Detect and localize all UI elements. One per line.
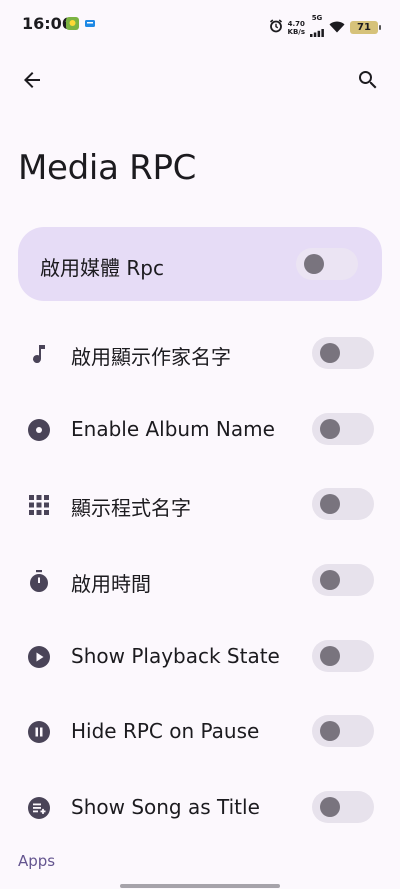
- setting-label: Show Playback State: [71, 644, 280, 668]
- artist-name-switch[interactable]: [312, 337, 374, 369]
- setting-label: 啟用顯示作家名字: [71, 345, 231, 369]
- section-header-apps: Apps: [18, 852, 56, 870]
- switch-thumb: [320, 419, 340, 439]
- arrow-back-icon: [24, 72, 40, 88]
- switch-thumb: [320, 570, 340, 590]
- gesture-nav-handle[interactable]: [120, 884, 280, 888]
- pause-circle-icon: [26, 719, 52, 745]
- wifi-icon: [329, 18, 345, 37]
- music-note-icon: [26, 341, 52, 367]
- master-toggle-card[interactable]: 啟用媒體 Rpc: [18, 227, 382, 301]
- battery-indicator: 71: [350, 21, 381, 34]
- hide-on-pause-switch[interactable]: [312, 715, 374, 747]
- top-app-bar: [0, 56, 400, 104]
- alarm-icon: [269, 18, 283, 37]
- setting-label: 啟用時間: [71, 572, 151, 596]
- switch-thumb: [320, 646, 340, 666]
- switch-thumb: [320, 797, 340, 817]
- setting-row-app-name[interactable]: 顯示程式名字: [0, 474, 400, 534]
- setting-row-playback-state[interactable]: Show Playback State: [0, 626, 400, 686]
- network-speed: 4.70 KB/s: [288, 20, 305, 36]
- setting-row-time[interactable]: 啟用時間: [0, 550, 400, 610]
- playback-state-switch[interactable]: [312, 640, 374, 672]
- network-type: 5G: [311, 14, 323, 22]
- status-bar: 16:06 4.70 KB/s 5G 71: [0, 0, 400, 48]
- setting-row-artist-name[interactable]: 啟用顯示作家名字: [0, 323, 400, 383]
- message-notification-icon: [84, 15, 96, 34]
- app-name-switch[interactable]: [312, 488, 374, 520]
- back-button[interactable]: [12, 60, 52, 100]
- setting-row-hide-on-pause[interactable]: Hide RPC on Pause: [0, 701, 400, 761]
- setting-row-album-name[interactable]: Enable Album Name: [0, 399, 400, 459]
- master-toggle-label: 啟用媒體 Rpc: [40, 256, 164, 280]
- switch-thumb: [320, 343, 340, 363]
- timer-icon: [26, 568, 52, 594]
- switch-thumb: [304, 254, 324, 274]
- master-toggle-switch[interactable]: [296, 248, 358, 280]
- signal-icon: [310, 22, 324, 41]
- net-speed-value: 4.70: [287, 19, 305, 28]
- album-name-switch[interactable]: [312, 413, 374, 445]
- song-as-title-switch[interactable]: [312, 791, 374, 823]
- playlist-add-icon: [26, 795, 52, 821]
- setting-label: Show Song as Title: [71, 795, 260, 819]
- switch-thumb: [320, 494, 340, 514]
- status-right: 4.70 KB/s 5G 71: [269, 14, 381, 41]
- time-switch[interactable]: [312, 564, 374, 596]
- apps-grid-icon: [26, 492, 52, 518]
- net-speed-unit: KB/s: [287, 27, 305, 36]
- setting-label: Enable Album Name: [71, 417, 275, 441]
- app-notification-icon: [66, 15, 79, 34]
- album-icon: [26, 417, 52, 443]
- setting-label: Hide RPC on Pause: [71, 719, 260, 743]
- setting-row-song-as-title[interactable]: Show Song as Title: [0, 777, 400, 837]
- notification-icons: [66, 15, 96, 34]
- switch-thumb: [320, 721, 340, 741]
- setting-label: 顯示程式名字: [71, 496, 191, 520]
- search-icon: [359, 71, 377, 89]
- page-title: Media RPC: [18, 148, 197, 188]
- search-button[interactable]: [348, 60, 388, 100]
- play-circle-icon: [26, 644, 52, 670]
